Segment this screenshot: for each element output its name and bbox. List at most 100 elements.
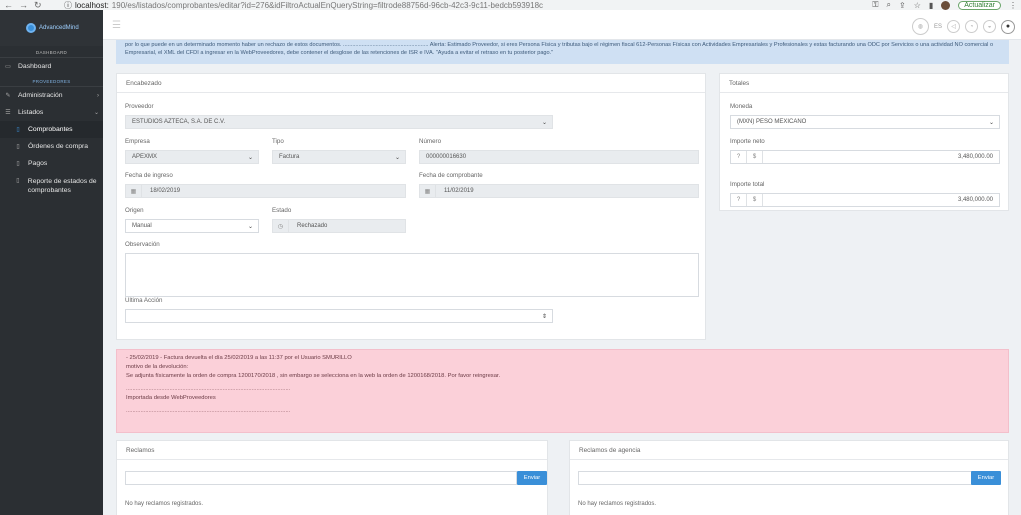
updown-arrow-icon: ⇕ [541, 313, 547, 320]
zoom-icon[interactable]: ⌕ [887, 0, 891, 10]
proveedor-label: Proveedor [125, 103, 154, 110]
sidebar-item-label: Dashboard [18, 63, 52, 70]
observacion-label: Observación [125, 241, 160, 248]
numero-input[interactable]: 000000016630 [419, 150, 699, 164]
info-alert: por lo que puede en un determinado momen… [116, 40, 1009, 64]
share-icon[interactable]: ⇪ [899, 1, 906, 10]
importe-total-value: 3,480,000.00 [957, 197, 993, 203]
sidebar-item-pagos[interactable]: ▯ Pagos [0, 155, 103, 172]
sidebar-item-label: Comprobantes [28, 126, 73, 133]
reclamos-agencia-send-button[interactable]: Enviar [971, 471, 1001, 485]
origen-select[interactable]: Manual ⌄ [125, 219, 259, 233]
card-title: Encabezado [117, 74, 705, 93]
return-line-4: Importada desde WebProveedores [126, 395, 216, 401]
empresa-value: APEXMX [132, 154, 158, 160]
sidebar-item-label: Pagos [28, 160, 48, 167]
origen-value: Manual [132, 223, 152, 229]
numero-label: Número [419, 138, 442, 145]
chevron-right-icon: › [97, 92, 99, 99]
reclamos-agencia-input[interactable] [578, 471, 972, 485]
origen-label: Origen [125, 207, 144, 214]
estado-label: Estado [272, 207, 292, 214]
chevron-down-icon: ⌄ [247, 223, 253, 230]
back-arrow-icon[interactable]: ← [4, 0, 13, 11]
ultima-accion-select[interactable]: ⇕ [125, 309, 553, 323]
empresa-label: Empresa [125, 138, 150, 145]
proveedor-value: ESTUDIOS AZTECA, S.A. DE C.V. [132, 119, 226, 125]
sidebar-item-administracion[interactable]: ✎ Administración › [0, 87, 103, 104]
language-selector[interactable]: ES [934, 24, 942, 30]
sidebar-item-reporte[interactable]: ▯ Reporte de estados de comprobantes [0, 172, 103, 200]
sidebar-item-label: Administración [18, 92, 63, 99]
calendar-icon: ▦ [420, 185, 436, 197]
reclamos-agencia-card: Reclamos de agencia Enviar No hay reclam… [569, 440, 1009, 515]
importe-total-input[interactable]: ? $ 3,480,000.00 [730, 193, 1000, 207]
card-title: Reclamos de agencia [570, 441, 1008, 460]
reclamos-send-button[interactable]: Enviar [517, 471, 547, 485]
chevron-down-icon: ⌄ [541, 119, 547, 126]
tipo-value: Factura [279, 154, 300, 160]
star-icon[interactable]: ☆ [914, 1, 921, 10]
sidebar-item-dashboard[interactable]: ▭ Dashboard [0, 58, 103, 75]
forward-arrow-icon[interactable]: → [19, 0, 28, 11]
hamburger-menu-icon[interactable]: ☰ [112, 20, 121, 31]
proveedor-select[interactable]: ESTUDIOS AZTECA, S.A. DE C.V. ⌄ [125, 115, 553, 129]
reload-icon[interactable]: ↻ [34, 0, 42, 11]
section-label-proveedores: PROVEEDORES [0, 75, 103, 87]
key-icon[interactable]: ⚿ [872, 0, 878, 10]
brand-logo-icon [26, 23, 36, 33]
encabezado-card: Encabezado Proveedor ESTUDIOS AZTECA, S.… [116, 73, 706, 340]
reclamos-input[interactable] [125, 471, 517, 485]
observacion-textarea[interactable] [125, 253, 699, 297]
return-line-2: motivo de la devolución: [126, 364, 189, 370]
brand[interactable]: AdvancedMind [0, 10, 103, 46]
sidebar-item-ordenes[interactable]: ▯ Órdenes de compra [0, 138, 103, 155]
list-icon: ☰ [5, 110, 11, 116]
help-icon: ? [731, 151, 747, 163]
user-icon[interactable]: ● [1001, 19, 1015, 34]
card-title: Reclamos [117, 441, 547, 460]
fecha-comprobante-input[interactable]: ▦ 11/02/2019 [419, 184, 699, 198]
reclamos-empty: No hay reclamos registrados. [125, 501, 204, 507]
sidebar-item-label: Listados [18, 109, 44, 116]
currency-symbol: $ [747, 194, 763, 206]
tipo-label: Tipo [272, 138, 284, 145]
reclamos-agencia-empty: No hay reclamos registrados. [578, 501, 657, 507]
update-button[interactable]: Actualizar [958, 0, 1001, 10]
help-icon: ? [731, 194, 747, 206]
estado-input[interactable]: ◷ Rechazado [272, 219, 406, 233]
clock-icon: ◷ [273, 220, 289, 232]
info-icon[interactable]: ⓘ [64, 0, 72, 11]
fecha-ingreso-input[interactable]: ▦ 18/02/2019 [125, 184, 406, 198]
card-title: Totales [720, 74, 1008, 93]
section-label-dashboard: DASHBOARD [0, 46, 103, 58]
return-line-1: - 25/02/2019 - Factura devuelta el día 2… [126, 355, 352, 361]
tipo-select[interactable]: Factura ⌄ [272, 150, 406, 164]
sidebar-item-label: Reporte de estados de comprobantes [27, 178, 97, 194]
globe-icon[interactable]: ◍ [911, 18, 929, 35]
empresa-select[interactable]: APEXMX ⌄ [125, 150, 259, 164]
moneda-value: (MXN) PESO MEXICANO [737, 119, 807, 125]
monitor-icon: ▭ [5, 64, 11, 70]
importe-neto-label: Importe neto [730, 138, 765, 145]
bell-icon[interactable]: ◔ [965, 20, 978, 33]
sidepanel-icon[interactable]: ▮ [929, 1, 933, 10]
moneda-select[interactable]: (MXN) PESO MEXICANO ⌄ [730, 115, 1000, 129]
return-line-3: Se adjunta físicamente la orden de compr… [126, 373, 501, 379]
payment-icon: ▯ [16, 161, 20, 167]
importe-neto-input[interactable]: ? $ 3,480,000.00 [730, 150, 1000, 164]
address-bar[interactable]: ⓘ localhost: 190/es/listados/comprobantes… [64, 0, 872, 11]
profile-avatar[interactable] [941, 0, 951, 10]
sidebar: AdvancedMind DASHBOARD ▭ Dashboard PROVE… [0, 10, 103, 515]
totales-card: Totales Moneda (MXN) PESO MEXICANO ⌄ Imp… [719, 73, 1009, 211]
menu-dots-icon[interactable]: ⋮ [1009, 1, 1017, 10]
receipt-icon: ▯ [16, 127, 20, 133]
sidebar-item-listados[interactable]: ☰ Listados ⌄ [0, 104, 103, 121]
lightbulb-icon[interactable]: ◒ [983, 20, 996, 33]
calendar-icon: ▦ [126, 185, 142, 197]
numero-value: 000000016630 [426, 154, 467, 160]
separator: ........................................… [126, 408, 291, 414]
fecha-comprobante-label: Fecha de comprobante [419, 172, 483, 179]
megaphone-icon[interactable]: ◁ [947, 20, 960, 33]
sidebar-item-comprobantes[interactable]: ▯ Comprobantes [0, 121, 103, 138]
